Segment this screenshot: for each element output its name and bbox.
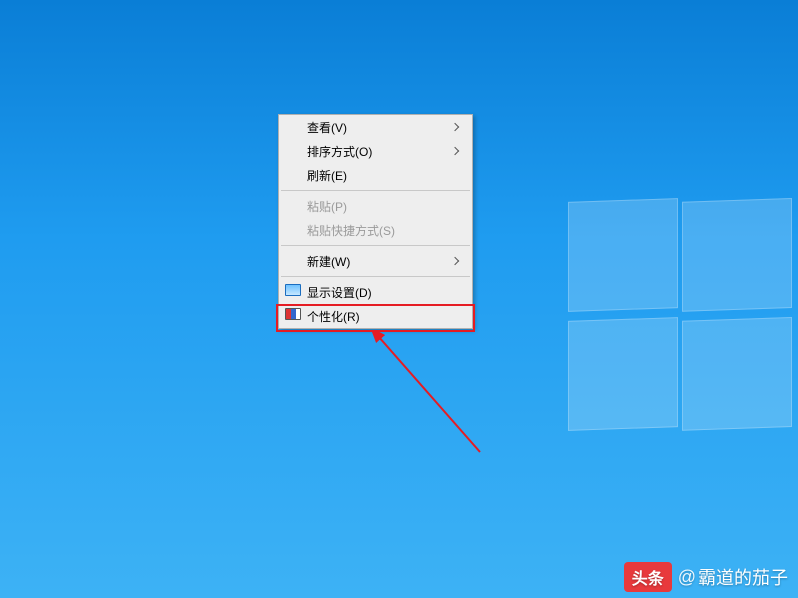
menu-label: 排序方式(O) — [307, 143, 452, 160]
menu-separator — [281, 245, 470, 246]
menu-item-refresh[interactable]: 刷新(E) — [279, 163, 472, 187]
menu-item-paste: 粘贴(P) — [279, 194, 472, 218]
menu-label: 粘贴(P) — [307, 198, 464, 215]
windows-logo — [568, 200, 798, 430]
desktop-context-menu: 查看(V) 排序方式(O) 刷新(E) 粘贴(P) 粘贴快捷方式(S) 新建(W… — [278, 114, 473, 329]
chevron-right-icon — [451, 147, 459, 155]
menu-item-view[interactable]: 查看(V) — [279, 115, 472, 139]
menu-item-sort[interactable]: 排序方式(O) — [279, 139, 472, 163]
chevron-right-icon — [451, 257, 459, 265]
menu-label: 查看(V) — [307, 119, 452, 136]
watermark: 头条 @ 霸道的茄子 — [624, 562, 788, 592]
menu-label: 新建(W) — [307, 253, 452, 270]
menu-label: 粘贴快捷方式(S) — [307, 222, 464, 239]
menu-item-paste-shortcut: 粘贴快捷方式(S) — [279, 218, 472, 242]
annotation-arrow — [370, 332, 490, 462]
personalize-icon — [285, 308, 301, 320]
watermark-author: 霸道的茄子 — [698, 564, 788, 590]
menu-item-personalize[interactable]: 个性化(R) — [279, 304, 472, 328]
menu-item-new[interactable]: 新建(W) — [279, 249, 472, 273]
menu-separator — [281, 276, 470, 277]
chevron-right-icon — [451, 123, 459, 131]
menu-label: 刷新(E) — [307, 167, 464, 184]
menu-label: 个性化(R) — [307, 308, 464, 325]
menu-separator — [281, 190, 470, 191]
menu-label: 显示设置(D) — [307, 284, 464, 301]
watermark-brand: 头条 — [624, 562, 672, 592]
display-icon — [285, 284, 301, 296]
menu-item-display-settings[interactable]: 显示设置(D) — [279, 280, 472, 304]
watermark-at: @ — [678, 567, 696, 588]
